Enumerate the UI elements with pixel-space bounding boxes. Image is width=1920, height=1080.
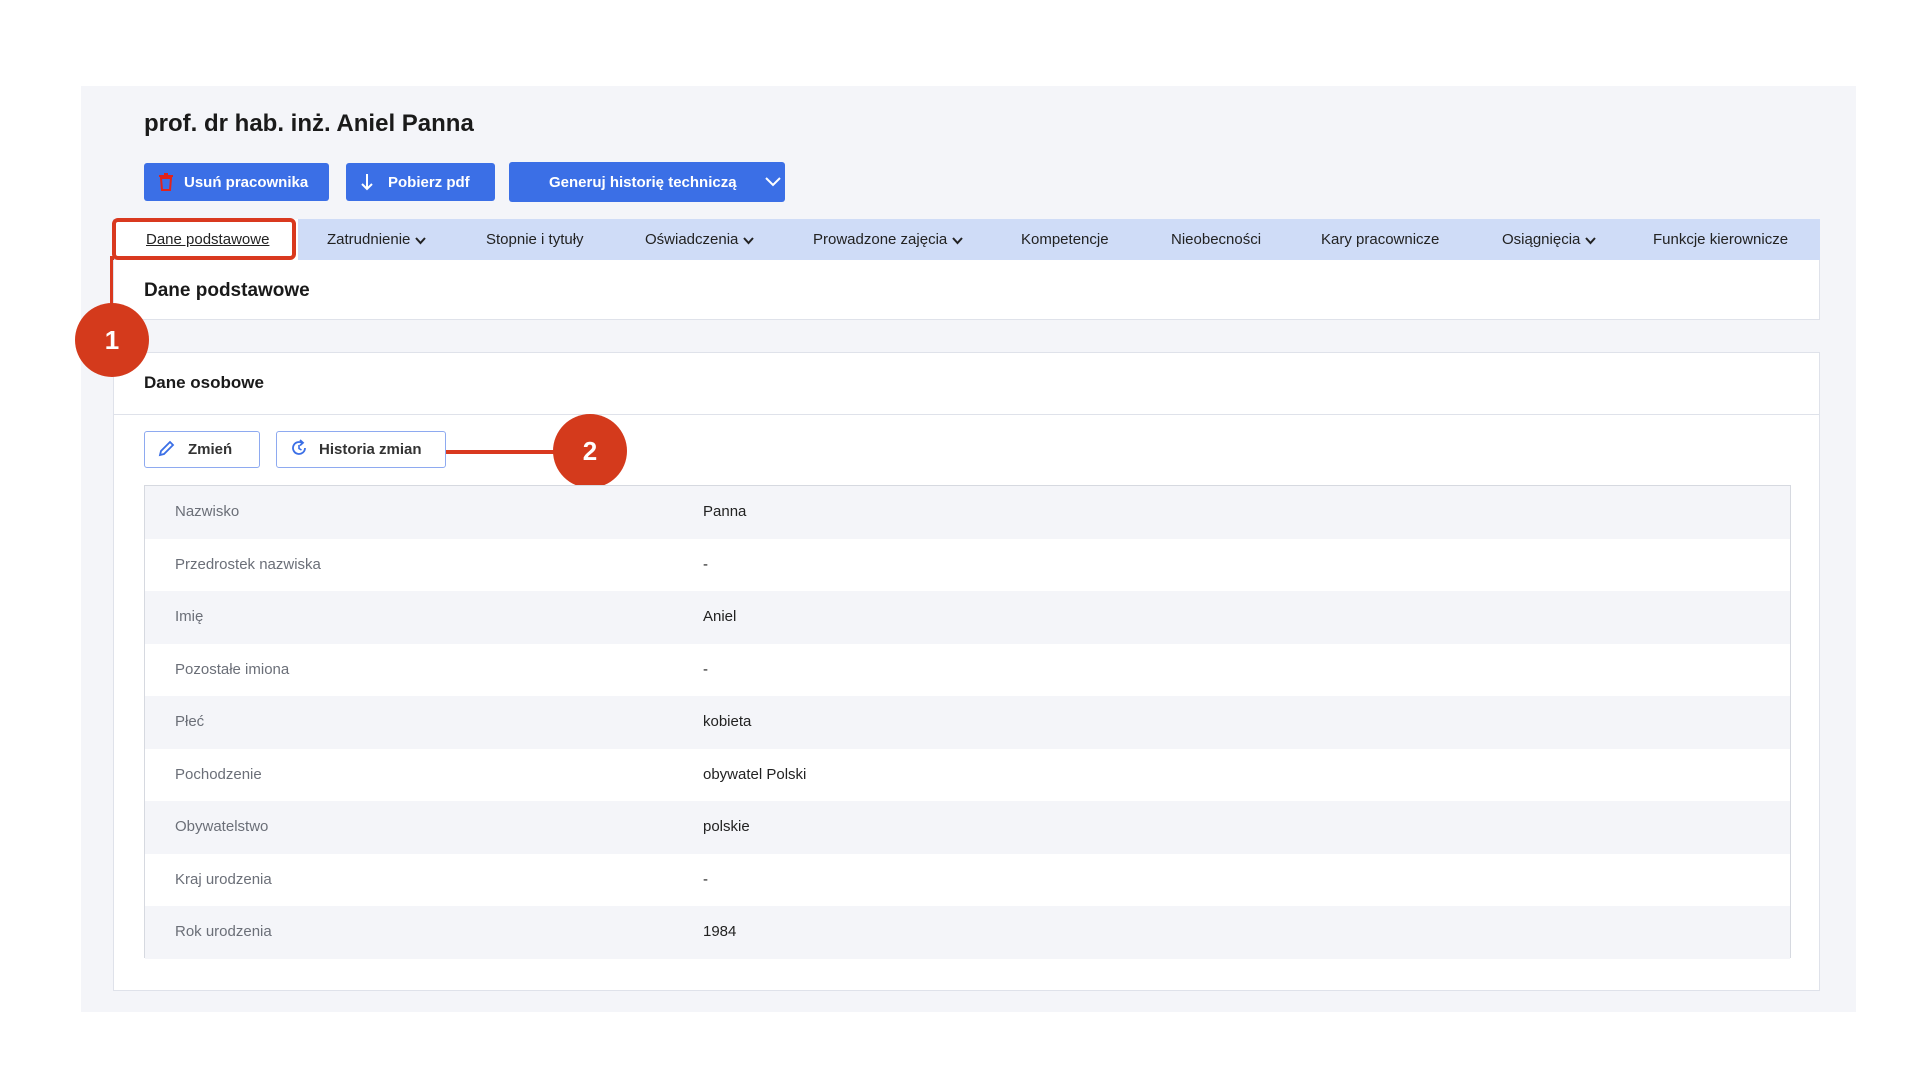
edit-button[interactable]: Zmień	[144, 431, 260, 468]
row-value: -	[703, 660, 708, 678]
tab-label: Oświadczenia	[645, 231, 739, 248]
row-value: polskie	[703, 818, 750, 835]
tab-kompetencje[interactable]: Kompetencje	[1021, 219, 1109, 260]
row-value: 1984	[703, 923, 737, 940]
tab-label: Kary pracownicze	[1321, 231, 1440, 248]
tab-label: Funkcje kierownicze	[1653, 231, 1789, 248]
personal-data-title: Dane osobowe	[144, 373, 264, 392]
row-value: Panna	[703, 503, 747, 520]
tab-funkcje-kierownicze[interactable]: Funkcje kierownicze	[1653, 219, 1788, 260]
table-row: Rok urodzenia 1984	[145, 906, 1790, 959]
chevron-down-icon[interactable]	[764, 177, 781, 187]
row-label: Kraj urodzenia	[175, 870, 272, 888]
tab-prowadzone-zajecia[interactable]: Prowadzone zajęcia	[813, 219, 963, 260]
tab-label: Zatrudnienie	[327, 231, 411, 248]
table-row: Obywatelstwo polskie	[145, 801, 1790, 854]
edit-label: Zmień	[188, 441, 233, 458]
generate-history-label: Generuj historię techniczą	[549, 173, 737, 191]
row-value: kobieta	[703, 713, 752, 730]
refresh-icon	[289, 438, 309, 462]
delete-employee-button[interactable]: Usuń pracownika	[144, 163, 329, 201]
section-card	[113, 260, 1820, 320]
tab-stopnie-i-tytuly[interactable]: Stopnie i tytuły	[486, 219, 584, 260]
annotation-badge-1: 1	[75, 303, 149, 377]
personal-data-header	[113, 352, 1820, 415]
chevron-down-icon	[415, 220, 427, 261]
row-value: Aniel	[703, 608, 737, 625]
generate-history-button[interactable]: Generuj historię techniczą	[509, 162, 785, 202]
delete-employee-label: Usuń pracownika	[184, 173, 309, 191]
table-row: Kraj urodzenia -	[145, 854, 1790, 907]
tab-label: Stopnie i tytuły	[486, 231, 584, 248]
tab-label: Kompetencje	[1021, 231, 1109, 248]
annotation-connector-2	[446, 450, 558, 454]
personal-data-table: Nazwisko Panna Przedrostek nazwiska - Im…	[144, 485, 1791, 959]
row-label: Rok urodzenia	[175, 923, 272, 940]
row-label: Pochodzenie	[175, 765, 262, 783]
row-label: Nazwisko	[175, 503, 240, 520]
tab-kary-pracownicze[interactable]: Kary pracownicze	[1321, 219, 1439, 260]
row-value: -	[703, 870, 708, 888]
table-row: Imię Aniel	[145, 591, 1790, 644]
table-row: Pozostałe imiona -	[145, 644, 1790, 697]
row-label: Obywatelstwo	[175, 818, 269, 835]
download-arrow-icon	[360, 173, 374, 191]
chevron-down-icon	[743, 220, 755, 261]
tab-label: Osiągnięcia	[1502, 231, 1581, 248]
highlight-box-1	[112, 218, 296, 260]
trash-icon	[158, 173, 174, 191]
tab-oswiadczenia[interactable]: Oświadczenia	[645, 219, 755, 261]
tab-osiagniecia[interactable]: Osiągnięcia	[1502, 219, 1597, 261]
table-row: Nazwisko Panna	[145, 486, 1790, 539]
row-value: obywatel Polski	[703, 765, 807, 783]
section-title: Dane podstawowe	[144, 280, 310, 301]
change-history-button[interactable]: Historia zmian	[276, 431, 446, 468]
tab-nieobecnosci[interactable]: Nieobecności	[1171, 219, 1261, 260]
tab-bar: Dane podstawowe Zatrudnienie Stopnie i t…	[113, 219, 1820, 260]
table-row: Płeć kobieta	[145, 696, 1790, 749]
table-row: Przedrostek nazwiska -	[145, 539, 1790, 592]
download-pdf-button[interactable]: Pobierz pdf	[346, 163, 495, 201]
row-label: Pozostałe imiona	[175, 660, 290, 678]
row-value: -	[703, 555, 708, 573]
tab-zatrudnienie[interactable]: Zatrudnienie	[327, 219, 427, 261]
row-label: Przedrostek nazwiska	[175, 555, 321, 573]
change-history-label: Historia zmian	[319, 441, 422, 458]
chevron-down-icon	[952, 220, 963, 261]
page-title: prof. dr hab. inż. Aniel Panna	[144, 110, 474, 137]
pencil-icon	[158, 439, 176, 461]
row-label: Płeć	[175, 713, 205, 730]
row-label: Imię	[175, 608, 204, 625]
table-row: Pochodzenie obywatel Polski	[145, 749, 1790, 802]
download-pdf-label: Pobierz pdf	[388, 173, 470, 191]
tab-label: Nieobecności	[1171, 231, 1262, 248]
chevron-down-icon	[1585, 220, 1597, 261]
tab-label: Prowadzone zajęcia	[813, 231, 948, 248]
annotation-badge-2: 2	[553, 414, 627, 488]
